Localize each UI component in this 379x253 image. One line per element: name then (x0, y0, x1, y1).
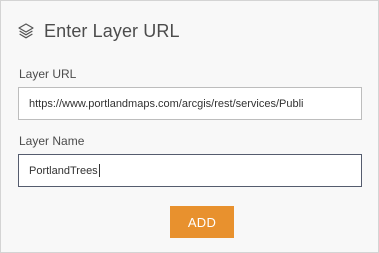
layers-icon (18, 23, 34, 39)
layer-name-value: PortlandTrees (29, 164, 98, 177)
enter-layer-url-panel: Enter Layer URL Layer URL https://www.po… (0, 0, 379, 253)
layer-url-label: Layer URL (19, 67, 77, 81)
panel-header: Enter Layer URL (17, 19, 180, 43)
layer-name-input[interactable]: PortlandTrees (18, 154, 362, 187)
layer-url-value: https://www.portlandmaps.com/arcgis/rest… (29, 97, 304, 110)
layer-url-input[interactable]: https://www.portlandmaps.com/arcgis/rest… (18, 87, 362, 120)
add-button[interactable]: ADD (170, 206, 234, 238)
layer-name-label: Layer Name (19, 134, 85, 148)
panel-title: Enter Layer URL (44, 20, 180, 41)
text-cursor (98, 164, 100, 177)
